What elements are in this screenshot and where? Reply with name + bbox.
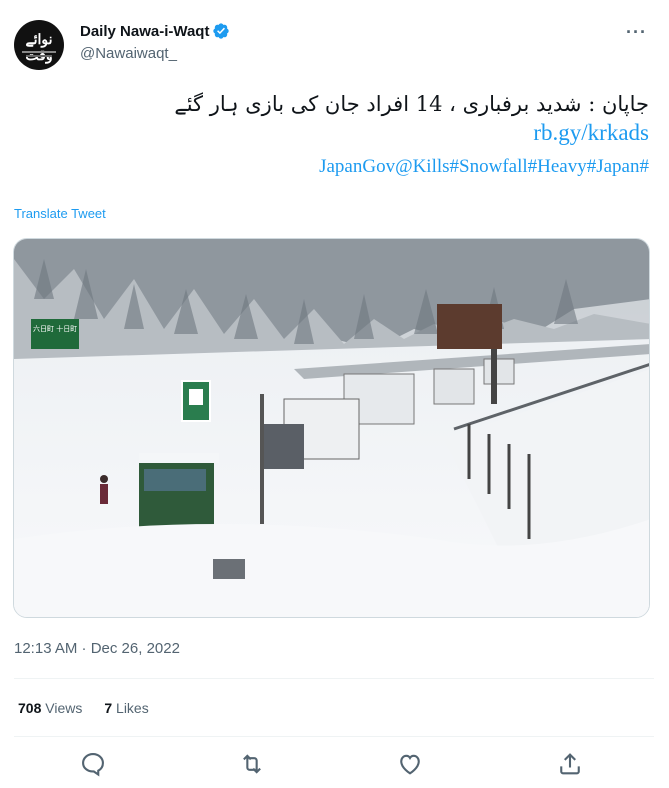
display-name[interactable]: Daily Nawa-i-Waqt [80,23,209,40]
tweet-urdu-text: جاپان : شدید برفباری ، 14 افراد جان کی ب… [174,92,649,116]
divider [14,678,654,679]
avatar-logo: نوائے وقت [25,32,53,64]
tweet-stats: 708 Views 7 Likes [18,700,149,716]
avatar-decoration [26,55,52,57]
highway-sign-text: 六日町 十日町 [33,324,77,333]
likes-label: Likes [116,700,149,716]
likes-count: 7 [104,700,113,716]
tweet-header: نوائے وقت Daily Nawa-i-Waqt @Nawaiwaqt_ … [0,0,669,80]
reply-icon[interactable] [79,750,107,778]
name-row: Daily Nawa-i-Waqt [80,22,230,40]
tweet-text: جاپان : شدید برفباری ، 14 افراد جان کی ب… [174,92,649,178]
tweet-actions [0,750,669,780]
translate-tweet-link[interactable]: Translate Tweet [14,206,106,221]
snow-scene-image: 六日町 十日町 [14,239,649,617]
retweet-icon[interactable] [238,750,266,778]
tweet-hashtags[interactable]: JapanGov@Kills#Snowfall#Heavy#Japan# [174,156,649,178]
account-handle[interactable]: @Nawaiwaqt_ [80,45,177,62]
likes-stat[interactable]: 7 Likes [104,700,148,716]
tweet-timestamp[interactable]: 12:13 AM · Dec 26, 2022 [14,640,180,657]
views-count: 708 [18,700,42,716]
share-icon[interactable] [556,750,584,778]
views-stat[interactable]: 708 Views [18,700,82,716]
verified-badge-icon [213,23,230,39]
divider [14,736,654,737]
avatar-decoration [22,51,56,53]
more-options-icon[interactable]: ··· [626,22,647,43]
views-label: Views [45,700,83,716]
tweet-photo[interactable]: 六日町 十日町 [13,238,650,618]
like-icon[interactable] [396,750,424,778]
avatar[interactable]: نوائے وقت [14,20,64,70]
tweet-link[interactable]: rb.gy/krkads [174,120,649,146]
